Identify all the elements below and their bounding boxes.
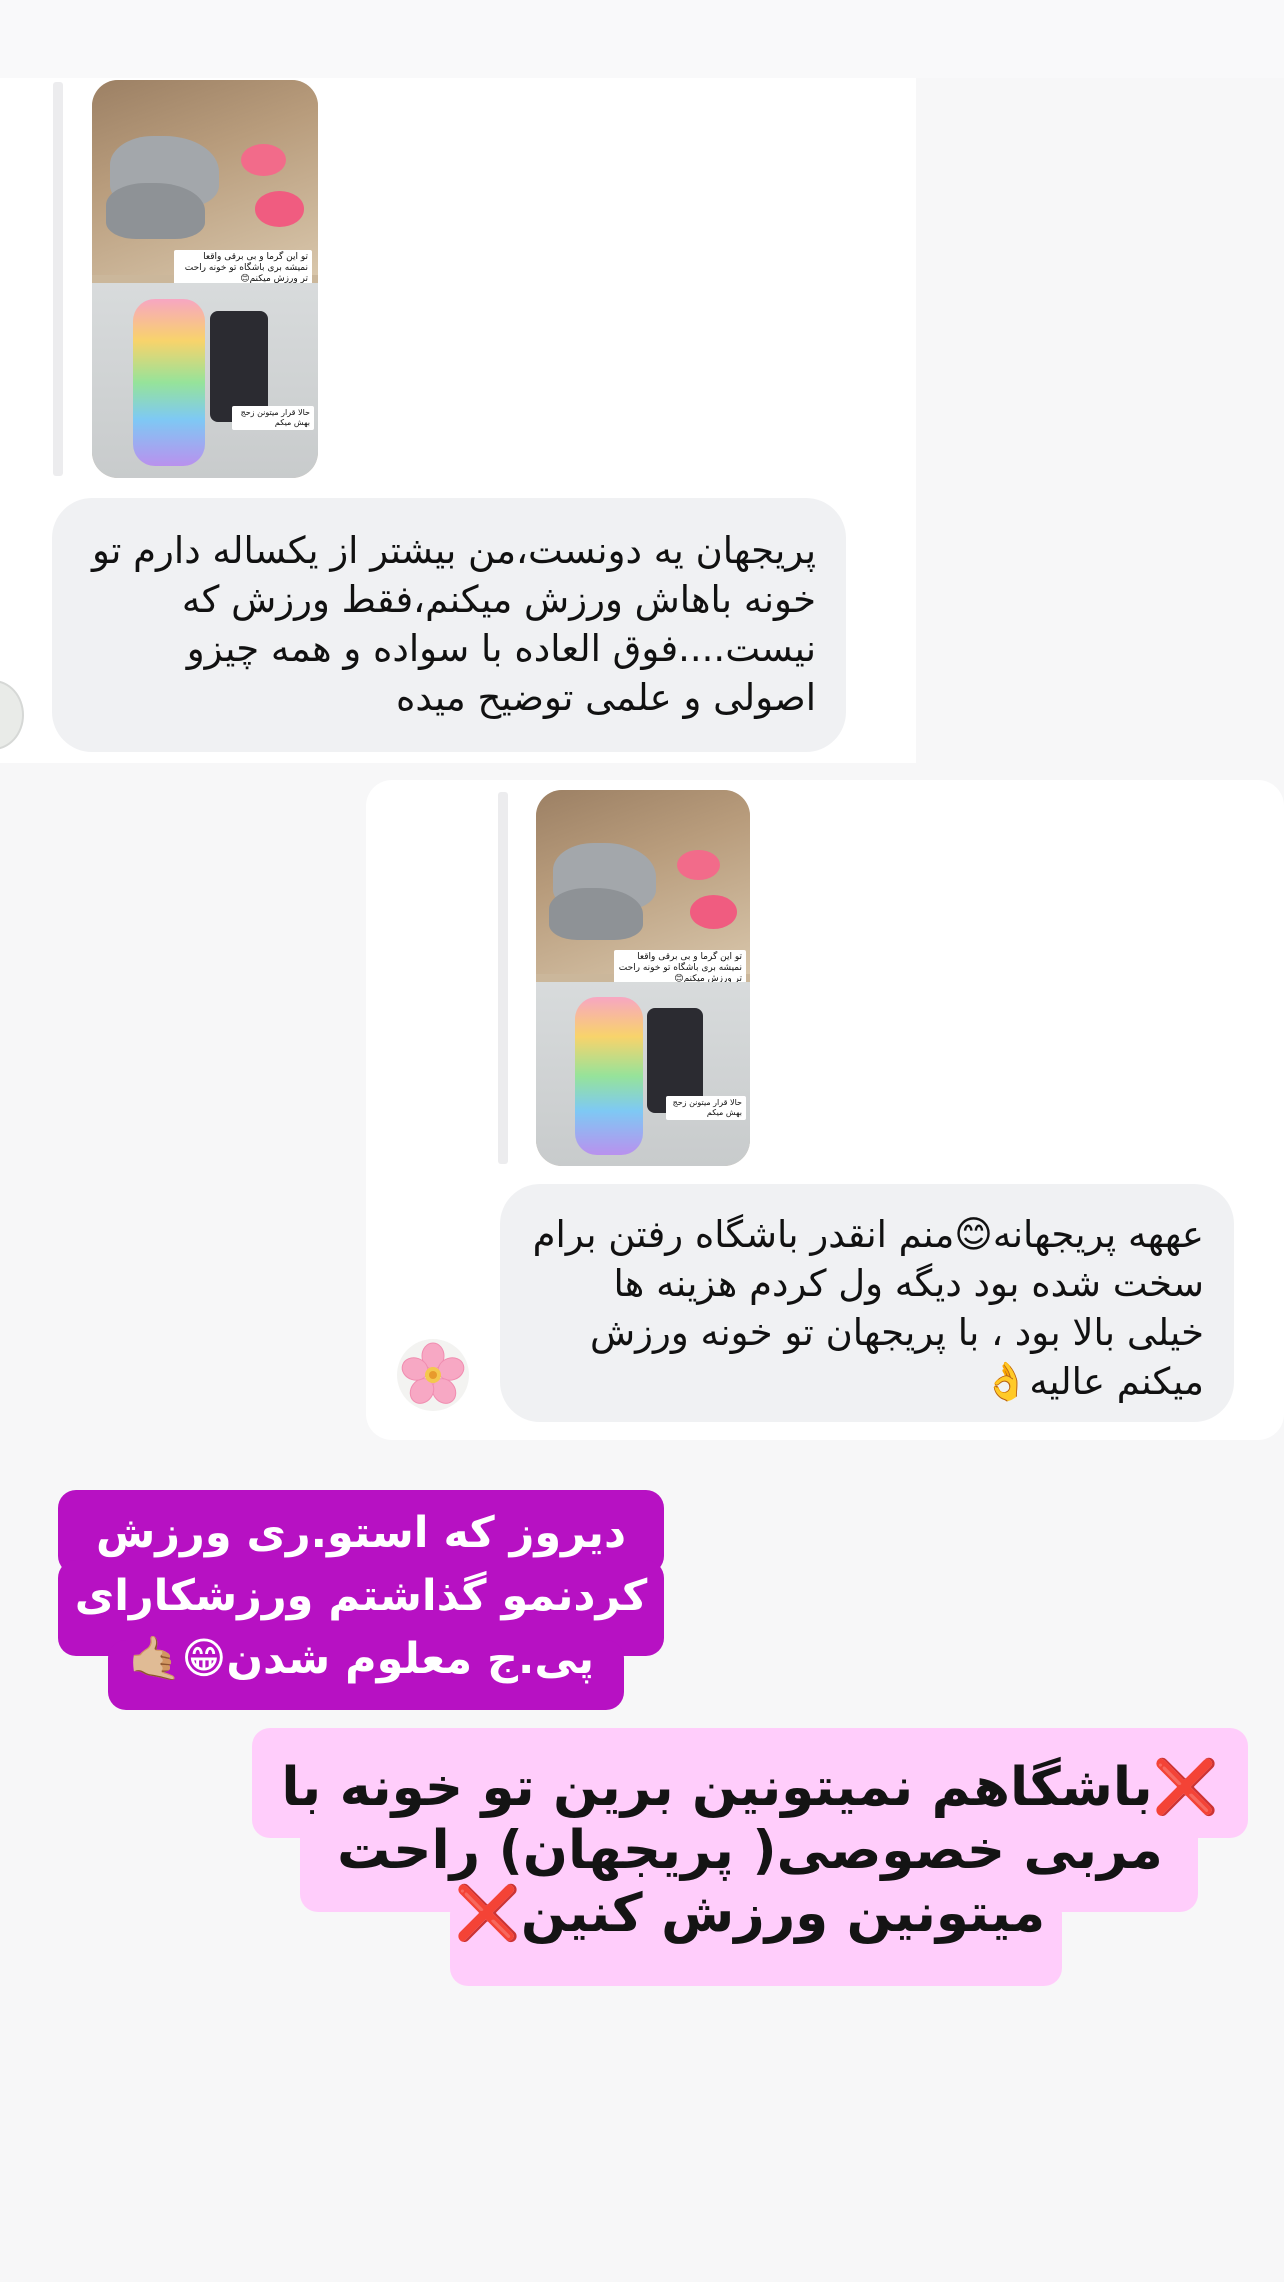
- reply-quote-bar: [53, 82, 63, 476]
- sneaker-shape: [548, 887, 643, 941]
- cherry-blossom-icon[interactable]: [396, 1338, 470, 1412]
- shared-story-image[interactable]: تو این گرما و بی برقی واقعا نمیشه بری با…: [92, 80, 318, 478]
- cherry-blossom-icon-graphic: [397, 1339, 469, 1411]
- promo-text: ❌باشگاهم نمیتونین برین تو خونه با مربی خ…: [252, 1756, 1248, 1945]
- cross-mark-icon: ❌: [454, 1883, 521, 1944]
- message-bubble: پریجهان یه دونست،من بیشتر از یکساله دارم…: [52, 498, 846, 752]
- image-bottom-half: [92, 282, 318, 478]
- dumbbell-shape: [690, 895, 738, 930]
- reply-quote-bar: [498, 792, 508, 1164]
- cross-mark-icon: ❌: [1152, 1757, 1219, 1818]
- dumbbell-shape: [241, 143, 287, 176]
- message-bubble: عههه پریجهانه😊منم انقدر باشگاه رفتن برام…: [500, 1184, 1234, 1422]
- story-text-line: دیروز که استو.ری ورزش: [95, 1508, 627, 1558]
- image-caption: حالا قرار میتونن زحج بهش میکم: [666, 1096, 746, 1120]
- message-text: پریجهان یه دونست،من بیشتر از یکساله دارم…: [91, 529, 816, 719]
- promo-text-line: میتونین ورزش کنین❌: [252, 1882, 1248, 1945]
- message-text: عههه پریجهانه😊منم انقدر باشگاه رفتن برام…: [532, 1213, 1204, 1403]
- story-text: دیروز که استو.ری ورزش کردنمو گذاشتم ورزش…: [58, 1490, 664, 1691]
- water-bottle-shape: [574, 996, 643, 1155]
- sneaker-shape: [105, 183, 205, 240]
- story-text-line: پی.ج معلوم شدن😁🤙🏼: [127, 1634, 595, 1684]
- image-caption: حالا قرار میتونن زحج بهش میکم: [232, 406, 314, 430]
- story-text-line: کردنمو گذاشتم ورزشکارای: [74, 1571, 648, 1621]
- promo-text-line-3: میتونین ورزش کنین: [520, 1883, 1046, 1944]
- water-bottle-shape: [132, 298, 205, 467]
- image-bottom-half: [536, 981, 750, 1166]
- shared-story-image[interactable]: تو این گرما و بی برقی واقعا نمیشه بری با…: [536, 790, 750, 1166]
- promo-text-line-1: باشگاهم نمیتونین برین تو خونه با: [281, 1757, 1153, 1818]
- promo-text-line: مربی خصوصی( پریجهان) راحت: [337, 1820, 1163, 1881]
- top-strip: [0, 0, 1284, 78]
- promo-text-line: ❌باشگاهم نمیتونین برین تو خونه با: [252, 1756, 1248, 1819]
- image-caption: تو این گرما و بی برقی واقعا نمیشه بری با…: [174, 250, 312, 287]
